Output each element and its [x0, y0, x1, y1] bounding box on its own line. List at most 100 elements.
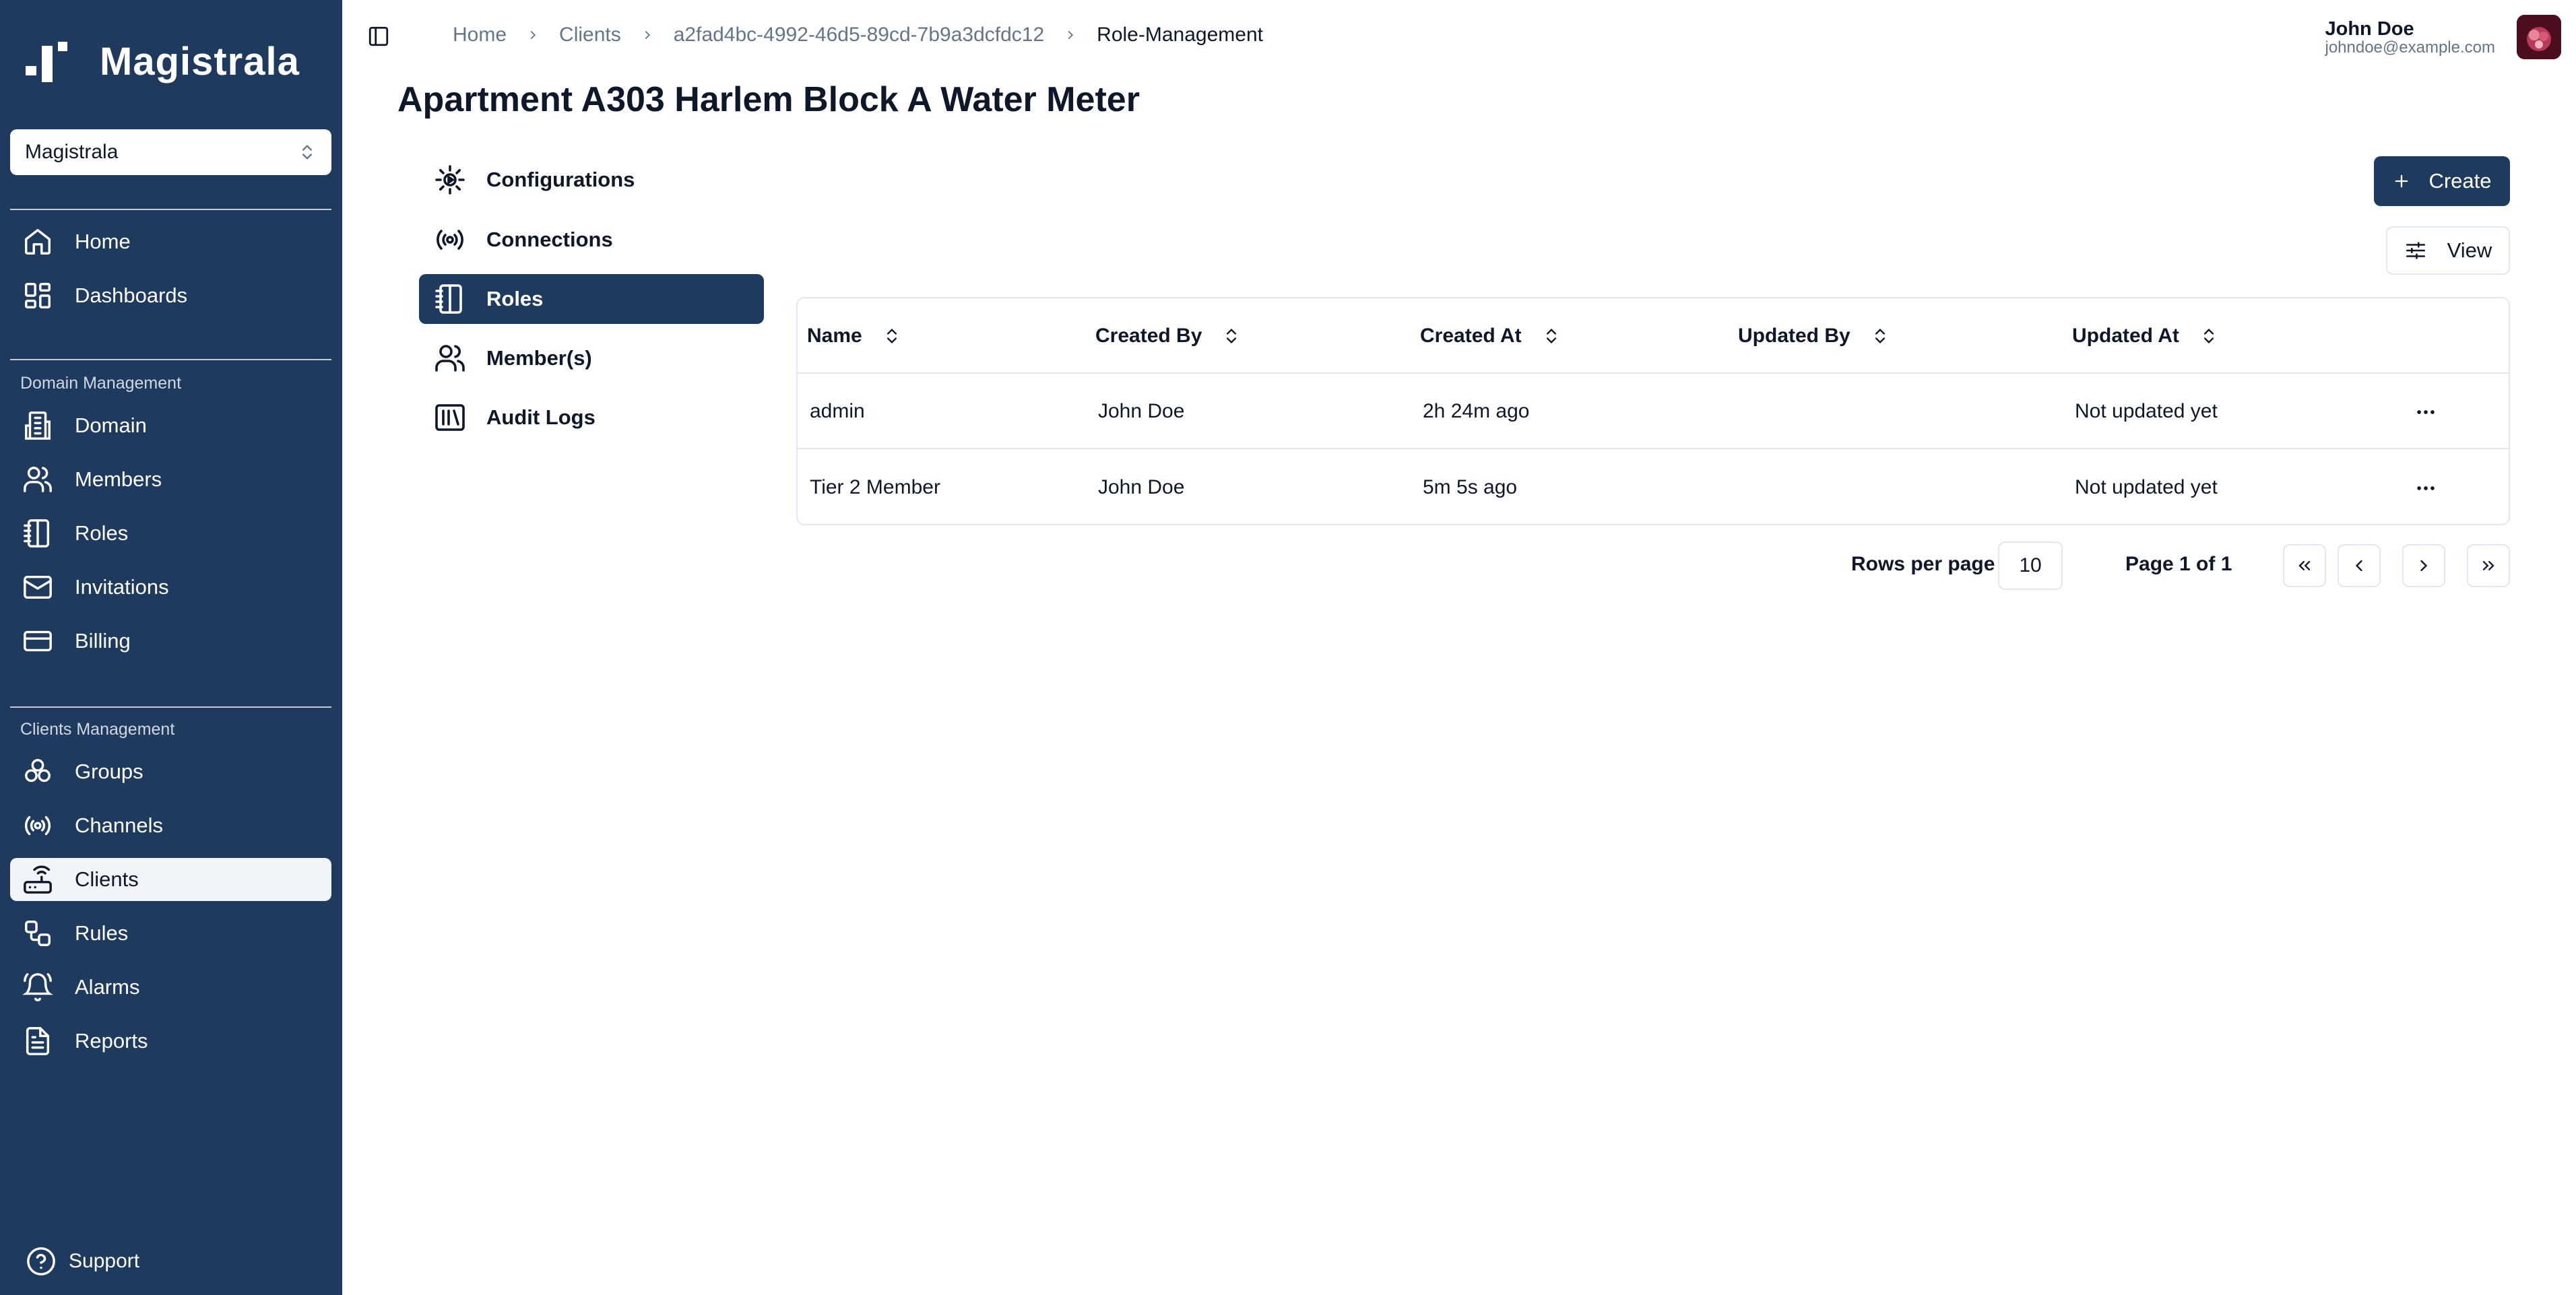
- tab-audit-logs[interactable]: Audit Logs: [419, 393, 764, 442]
- breadcrumb-home[interactable]: Home: [453, 24, 507, 46]
- column-header-updated-at[interactable]: Updated At: [2072, 298, 2218, 374]
- view-options-button[interactable]: View: [2386, 226, 2510, 275]
- table-row[interactable]: Tier 2 Member John Doe 5m 5s ago Not upd…: [798, 450, 2509, 525]
- column-header-created-at[interactable]: Created At: [1420, 298, 1561, 374]
- user-menu[interactable]: John Doe johndoe@example.com: [2325, 19, 2495, 57]
- app-logo[interactable]: Magistrala: [26, 39, 300, 84]
- chevrons-left-icon: [2298, 561, 2311, 570]
- next-page-button[interactable]: [2402, 544, 2445, 587]
- workflow-icon: [25, 921, 51, 946]
- mail-icon: [24, 575, 52, 599]
- sliders-icon: [2406, 242, 2425, 259]
- sort-icon: [1227, 329, 1237, 343]
- sidebar-item-alarms[interactable]: Alarms: [10, 966, 331, 1009]
- domain-switcher-label: Magistrala: [25, 141, 119, 163]
- table-row[interactable]: admin John Doe 2h 24m ago Not updated ye…: [798, 374, 2509, 449]
- column-header-created-by[interactable]: Created By: [1095, 298, 1241, 374]
- radio-icon: [24, 816, 51, 836]
- sort-icon: [1546, 329, 1556, 343]
- logo-mark-icon: [26, 41, 67, 82]
- sidebar-item-label: Alarms: [75, 975, 140, 999]
- sidebar-item-groups[interactable]: Groups: [10, 750, 331, 793]
- sort-icon: [887, 329, 897, 343]
- more-horizontal-icon[interactable]: [2414, 477, 2437, 500]
- settings-icon: [435, 165, 465, 195]
- breadcrumb-clients[interactable]: Clients: [559, 24, 621, 46]
- column-header-label: Name: [807, 325, 862, 347]
- sidebar-item-domain[interactable]: Domain: [10, 404, 331, 447]
- dashboard-icon: [25, 283, 51, 308]
- sidebar-item-label: Domain: [75, 413, 147, 437]
- chevron-right-icon: [530, 30, 536, 40]
- support-link[interactable]: Support: [26, 1246, 139, 1277]
- group-label-domain-management: Domain Management: [20, 374, 182, 393]
- roles-table: Name Created By Created At Updated By Up…: [796, 297, 2510, 525]
- more-horizontal-icon[interactable]: [2414, 401, 2437, 424]
- tab-roles[interactable]: Roles: [419, 274, 764, 324]
- notebook-icon: [24, 519, 50, 547]
- group-label-clients-management: Clients Management: [20, 720, 175, 739]
- column-header-updated-by[interactable]: Updated By: [1738, 298, 1890, 374]
- tab-configurations[interactable]: Configurations: [419, 155, 764, 205]
- breadcrumb-client-id[interactable]: a2fad4bc-4992-46d5-89cd-7b9a3dcfdc12: [674, 24, 1044, 46]
- sidebar-divider: [10, 359, 331, 360]
- sidebar-item-invitations[interactable]: Invitations: [10, 566, 331, 609]
- chevron-right-icon: [645, 30, 650, 40]
- support-label: Support: [69, 1250, 140, 1272]
- sidebar-item-rules[interactable]: Rules: [10, 912, 331, 955]
- create-button[interactable]: Create: [2374, 156, 2510, 206]
- sidebar-item-label: Clients: [75, 867, 139, 891]
- rows-per-page-select[interactable]: 10: [1998, 541, 2063, 590]
- cell-updated-at: Not updated yet: [2075, 476, 2218, 498]
- last-page-button[interactable]: [2467, 544, 2510, 587]
- home-icon: [25, 229, 51, 255]
- first-page-button[interactable]: [2283, 544, 2326, 587]
- sidebar-item-label: Channels: [75, 813, 163, 837]
- notebook-icon: [435, 284, 462, 314]
- tab-members[interactable]: Member(s): [419, 333, 764, 383]
- column-header-name[interactable]: Name: [807, 298, 901, 374]
- radio-icon: [437, 230, 463, 250]
- chevron-right-icon: [1068, 30, 1074, 40]
- sidebar-item-label: Dashboards: [75, 284, 188, 307]
- sidebar-item-billing[interactable]: Billing: [10, 620, 331, 663]
- column-header-label: Updated At: [2072, 325, 2179, 347]
- app-name: Magistrala: [100, 40, 300, 84]
- file-icon: [26, 1027, 50, 1055]
- sidebar-item-members[interactable]: Members: [10, 458, 331, 501]
- previous-page-button[interactable]: [2338, 544, 2381, 587]
- tab-connections[interactable]: Connections: [419, 215, 764, 265]
- view-button-label: View: [2447, 238, 2492, 262]
- sidebar-item-clients[interactable]: Clients: [10, 858, 331, 901]
- sidebar-item-dashboards[interactable]: Dashboards: [10, 274, 331, 317]
- column-header-label: Updated By: [1738, 325, 1850, 347]
- sidebar-item-label: Reports: [75, 1029, 148, 1053]
- tab-label: Audit Logs: [486, 405, 595, 429]
- tab-label: Connections: [486, 228, 613, 251]
- breadcrumb: Home Clients a2fad4bc-4992-46d5-89cd-7b9…: [453, 24, 1263, 46]
- user-name: John Doe: [2325, 18, 2414, 40]
- sort-icon: [1875, 329, 1885, 343]
- domain-switcher[interactable]: Magistrala: [10, 129, 331, 175]
- chevron-left-icon: [2355, 560, 2362, 572]
- sidebar-item-roles[interactable]: Roles: [10, 512, 331, 555]
- avatar[interactable]: [2517, 15, 2561, 59]
- tab-label: Roles: [486, 287, 544, 310]
- cell-created-at: 5m 5s ago: [1423, 476, 1518, 498]
- building-icon: [25, 411, 51, 440]
- page-info: Page 1 of 1: [2125, 553, 2232, 575]
- groups-icon: [25, 759, 51, 783]
- cell-updated-at: Not updated yet: [2075, 400, 2218, 422]
- cell-created-at: 2h 24m ago: [1423, 400, 1530, 422]
- plus-icon: [2395, 174, 2408, 188]
- router-icon: [24, 865, 52, 894]
- sidebar-item-label: Members: [75, 467, 162, 491]
- cell-name: admin: [810, 400, 865, 422]
- sidebar-item-reports[interactable]: Reports: [10, 1020, 331, 1063]
- library-icon: [435, 404, 465, 431]
- bell-icon: [22, 973, 53, 1001]
- sidebar-toggle-icon[interactable]: [367, 25, 390, 48]
- sidebar-item-channels[interactable]: Channels: [10, 804, 331, 847]
- sidebar-item-home[interactable]: Home: [10, 220, 331, 263]
- users-icon: [435, 345, 465, 372]
